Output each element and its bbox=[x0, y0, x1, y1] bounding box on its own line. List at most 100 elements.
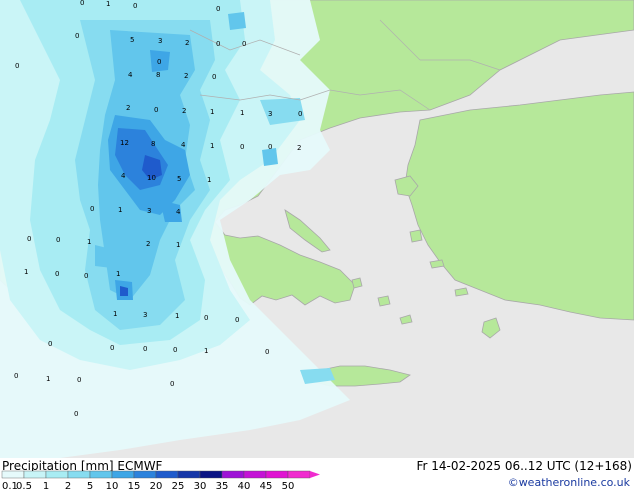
precip-label: 1 bbox=[118, 206, 122, 214]
precip-label: 4 bbox=[121, 172, 126, 180]
precip-label: 0 bbox=[80, 0, 84, 7]
footer: Precipitation [mm] ECMWF Fr 14-02-2025 0… bbox=[0, 458, 634, 490]
precip-label: 0 bbox=[90, 205, 94, 213]
precip-label: 0 bbox=[27, 235, 31, 243]
precip-label: 3 bbox=[143, 311, 147, 319]
legend-label: 40 bbox=[238, 481, 251, 490]
precip-label: 0 bbox=[48, 340, 52, 348]
legend-label: 5 bbox=[87, 481, 93, 490]
precip-label: 1 bbox=[46, 375, 50, 383]
land-island-chios bbox=[409, 229, 423, 243]
legend-swatch bbox=[287, 470, 311, 479]
precip-label: 0 bbox=[77, 376, 81, 384]
precip-label: 3 bbox=[147, 207, 151, 215]
precip-label: 0 bbox=[216, 5, 220, 13]
precip-label: 1 bbox=[106, 0, 110, 8]
legend-label: 20 bbox=[150, 481, 163, 490]
precip-label: 1 bbox=[176, 241, 180, 249]
precip-label: 0 bbox=[242, 40, 246, 48]
precip-label: 0 bbox=[268, 143, 272, 151]
precip-label: 1 bbox=[240, 109, 244, 117]
legend-label: 15 bbox=[128, 481, 141, 490]
precip-label: 2 bbox=[297, 144, 301, 152]
precip-label: 0 bbox=[84, 272, 88, 280]
precip-label: 12 bbox=[120, 139, 129, 147]
legend-swatch bbox=[221, 470, 245, 479]
precip-label: 8 bbox=[151, 140, 155, 148]
precip-label: 4 bbox=[176, 208, 181, 216]
legend-swatch bbox=[45, 470, 69, 479]
precip-label: 1 bbox=[175, 312, 179, 320]
precip-label: 1 bbox=[204, 347, 208, 355]
legend-label: 30 bbox=[194, 481, 207, 490]
precip-label: 0 bbox=[143, 345, 147, 353]
precip-label: 1 bbox=[210, 142, 214, 150]
precip-label: 10 bbox=[147, 174, 156, 182]
legend-swatch bbox=[89, 470, 113, 479]
legend-swatch bbox=[199, 470, 223, 479]
color-legend: 0.10.5 1 2 5 10 15 20 25 30 35 40 45 50 bbox=[1, 470, 320, 490]
precip-label: 0 bbox=[240, 143, 244, 151]
precip-label: 0 bbox=[265, 348, 269, 356]
precip-label: 0 bbox=[55, 270, 59, 278]
precip-label: 0 bbox=[235, 316, 239, 324]
precip-label: 1 bbox=[113, 310, 117, 318]
legend-label: 2 bbox=[65, 481, 71, 490]
legend-swatch bbox=[155, 470, 179, 479]
precipitation-map: 0 1 0 0 0 0 5 3 2 0 0 0 4 8 2 0 2 0 2 1 … bbox=[0, 0, 634, 458]
precip-label: 0 bbox=[74, 410, 78, 418]
precip-label: 0 bbox=[154, 106, 158, 114]
land-island-cyclades1 bbox=[351, 277, 363, 289]
legend-label: 25 bbox=[172, 481, 185, 490]
precip-label: 3 bbox=[158, 37, 162, 45]
legend-swatch bbox=[111, 470, 135, 479]
precip-label: 0 bbox=[204, 314, 208, 322]
precip-label: 0 bbox=[212, 73, 216, 81]
legend-swatch bbox=[67, 470, 91, 479]
legend-swatch bbox=[243, 470, 267, 479]
precip-label: 0 bbox=[110, 344, 114, 352]
precip-label: 4 bbox=[128, 71, 133, 79]
precip-label: 0 bbox=[15, 62, 19, 70]
precip-label: 0 bbox=[216, 40, 220, 48]
legend-arrow-icon bbox=[310, 471, 320, 478]
forecast-datetime: Fr 14-02-2025 06..12 UTC (12+168) bbox=[416, 459, 632, 473]
precip-label: 0 bbox=[173, 346, 177, 354]
precip-label: 1 bbox=[116, 270, 120, 278]
precip-label: 3 bbox=[268, 110, 272, 118]
precip-label: 5 bbox=[177, 175, 181, 183]
legend-swatch bbox=[265, 470, 289, 479]
precip-label: 1 bbox=[210, 108, 214, 116]
precip-label: 0 bbox=[170, 380, 174, 388]
precip-label: 0 bbox=[75, 32, 79, 40]
precip-label: 2 bbox=[185, 39, 189, 47]
legend-label: 10 bbox=[106, 481, 119, 490]
precip-label: 1 bbox=[24, 268, 28, 276]
precip-label: 0 bbox=[298, 110, 302, 118]
legend-label: 1 bbox=[43, 481, 49, 490]
precip-label: 5 bbox=[130, 36, 134, 44]
precip-level-5e bbox=[228, 12, 246, 30]
precip-label: 4 bbox=[181, 141, 186, 149]
legend-swatch bbox=[1, 470, 25, 479]
legend-swatch bbox=[177, 470, 201, 479]
precip-label: 2 bbox=[146, 240, 150, 248]
precip-label: 2 bbox=[184, 72, 188, 80]
legend-swatch bbox=[23, 470, 47, 479]
legend-label: 0.5 bbox=[16, 481, 32, 490]
precip-label: 2 bbox=[182, 107, 186, 115]
precip-label: 1 bbox=[207, 176, 211, 184]
land-island-cyclades2 bbox=[377, 295, 391, 307]
credit-link[interactable]: ©weatheronline.co.uk bbox=[508, 476, 630, 489]
precip-label: 0 bbox=[56, 236, 60, 244]
precip-label: 1 bbox=[87, 238, 91, 246]
precip-label: 0 bbox=[157, 58, 161, 66]
legend-label: 35 bbox=[216, 481, 229, 490]
legend-label: 50 bbox=[282, 481, 295, 490]
map-canvas: 0 1 0 0 0 0 5 3 2 0 0 0 4 8 2 0 2 0 2 1 … bbox=[0, 0, 634, 458]
precip-label: 8 bbox=[156, 71, 160, 79]
precip-label: 0 bbox=[14, 372, 18, 380]
precip-label: 2 bbox=[126, 104, 130, 112]
legend-label: 45 bbox=[260, 481, 273, 490]
precip-label: 0 bbox=[133, 2, 137, 10]
